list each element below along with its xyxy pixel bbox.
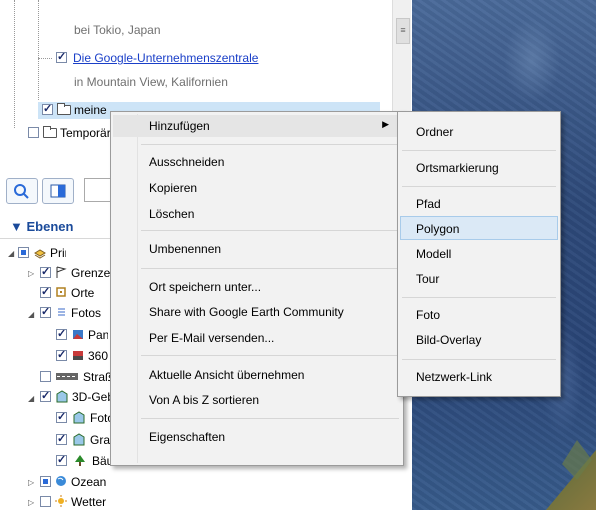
layer-checkbox[interactable]: [56, 410, 67, 423]
panoramio-icon: [73, 330, 83, 339]
folder-icon: [57, 103, 71, 115]
ocean-globe-icon: [56, 476, 66, 486]
layer-checkbox[interactable]: [40, 285, 51, 298]
layer-checkbox[interactable]: [56, 348, 67, 361]
layer-label[interactable]: Fotos: [71, 306, 111, 320]
submenu-item-network-link[interactable]: Netzwerk-Link: [416, 370, 492, 384]
context-menu: Hinzufügen ▶ Ausschneiden Kopieren Lösch…: [110, 111, 404, 466]
layer-label[interactable]: Orte: [71, 286, 111, 300]
layer-label[interactable]: 360-Grad-Panoramafotos: [88, 349, 108, 363]
place-link-google-hq[interactable]: Die Google-Unternehmenszentrale: [73, 51, 258, 65]
submenu-item-image-overlay[interactable]: Bild-Overlay: [416, 333, 481, 347]
folder-icon: [43, 126, 57, 138]
layer-checkbox[interactable]: [40, 305, 51, 318]
sun-weather-icon: [55, 495, 67, 507]
layer-checkbox[interactable]: [40, 265, 51, 278]
layer-checkbox[interactable]: [40, 389, 51, 402]
collapse-arrow-icon[interactable]: ◢: [28, 310, 34, 319]
building-icon: [56, 390, 68, 403]
building-icon: [73, 411, 85, 424]
sidebar-toggle-button[interactable]: [42, 178, 74, 204]
layer-checkbox[interactable]: [40, 496, 51, 507]
expand-arrow-icon[interactable]: ▷: [28, 478, 34, 487]
menu-gutter: [137, 114, 138, 463]
layer-label[interactable]: Ozean: [71, 475, 106, 489]
menu-separator: [141, 230, 399, 231]
tree-line: [14, 0, 15, 128]
submenu-item-tour[interactable]: Tour: [416, 272, 439, 286]
menu-item-copy[interactable]: Kopieren: [149, 181, 197, 195]
search-button[interactable]: [6, 178, 38, 204]
temp-folder-label[interactable]: Temporäre Orte: [60, 126, 110, 140]
layer-label[interactable]: Primäre Datenbank: [50, 246, 66, 260]
menu-item-rename[interactable]: Umbenennen: [149, 242, 221, 256]
submenu-item-folder[interactable]: Ordner: [416, 125, 453, 139]
photo-list-icon: [58, 308, 65, 316]
layer-checkbox[interactable]: [40, 476, 51, 487]
menu-item-share-community[interactable]: Share with Google Earth Community: [149, 305, 344, 319]
layer-checkbox[interactable]: [56, 453, 67, 466]
building-icon: [73, 433, 85, 446]
menu-separator: [402, 186, 556, 187]
menu-separator: [141, 418, 399, 419]
submenu-item-polygon[interactable]: Polygon: [416, 222, 459, 236]
menu-item-save-place-as[interactable]: Ort speichern unter...: [149, 280, 261, 294]
submenu-item-model[interactable]: Modell: [416, 247, 451, 261]
layers-header[interactable]: ▼ Ebenen: [10, 219, 73, 234]
folder-checkbox[interactable]: [42, 102, 53, 115]
layer-label[interactable]: Fotorealistisch: [90, 411, 110, 425]
place-checkbox[interactable]: [56, 50, 67, 63]
menu-item-cut[interactable]: Ausschneiden: [149, 155, 224, 169]
submenu-arrow-icon: ▶: [382, 119, 389, 129]
tree-line: [38, 0, 39, 100]
tree-line: [38, 58, 52, 59]
panel-icon: [50, 184, 66, 198]
menu-item-properties[interactable]: Eigenschaften: [149, 430, 225, 444]
layer-label[interactable]: Straßen: [83, 370, 111, 384]
layer-label[interactable]: Grenzen und Beschriftungen: [71, 266, 111, 280]
layer-label[interactable]: 3D-Gebäude: [72, 390, 110, 404]
collapse-arrow-icon[interactable]: ◢: [8, 249, 14, 258]
place-square-icon: [56, 287, 66, 297]
menu-separator: [402, 359, 556, 360]
menu-separator: [141, 268, 399, 269]
add-submenu: Ordner Ortsmarkierung Pfad Polygon Model…: [397, 111, 561, 397]
menu-separator: [141, 144, 399, 145]
selected-folder-label[interactable]: meine Schätze: [74, 103, 110, 117]
menu-separator: [402, 297, 556, 298]
layer-label[interactable]: Grau: [90, 433, 110, 447]
collapse-arrow-icon[interactable]: ◢: [28, 394, 34, 403]
place-description: bei Tokio, Japan: [74, 23, 161, 37]
menu-item-sort-az[interactable]: Von A bis Z sortieren: [149, 393, 259, 407]
layer-checkbox[interactable]: [56, 432, 67, 445]
menu-separator: [141, 355, 399, 356]
submenu-item-photo[interactable]: Foto: [416, 308, 440, 322]
menu-separator: [402, 150, 556, 151]
panorama-icon: [73, 351, 83, 360]
menu-item-delete[interactable]: Löschen: [149, 207, 194, 221]
layers-stack-icon: [34, 249, 46, 259]
temp-folder-checkbox[interactable]: [28, 127, 39, 138]
search-icon: [14, 184, 29, 199]
road-icon: [56, 373, 78, 380]
layer-checkbox[interactable]: [40, 371, 51, 382]
layer-label[interactable]: Wetter: [71, 495, 106, 509]
places-scrollbar[interactable]: ≡: [392, 0, 411, 118]
menu-item-add[interactable]: Hinzufügen: [149, 119, 210, 133]
layer-checkbox[interactable]: [56, 327, 67, 340]
layer-label[interactable]: Panoramio: [88, 328, 108, 342]
submenu-item-placemark[interactable]: Ortsmarkierung: [416, 161, 499, 175]
submenu-item-path[interactable]: Pfad: [416, 197, 441, 211]
menu-item-snapshot-view[interactable]: Aktuelle Ansicht übernehmen: [149, 368, 304, 382]
scrollbar-thumb[interactable]: ≡: [396, 18, 410, 44]
flag-icon: [56, 266, 67, 278]
menu-item-email[interactable]: Per E-Mail versenden...: [149, 331, 274, 345]
tree-icon: [75, 455, 85, 466]
place-description: in Mountain View, Kalifornien: [74, 75, 228, 89]
expand-arrow-icon[interactable]: ▷: [28, 498, 34, 507]
layer-checkbox[interactable]: [18, 247, 29, 258]
expand-arrow-icon[interactable]: ▷: [28, 269, 34, 278]
